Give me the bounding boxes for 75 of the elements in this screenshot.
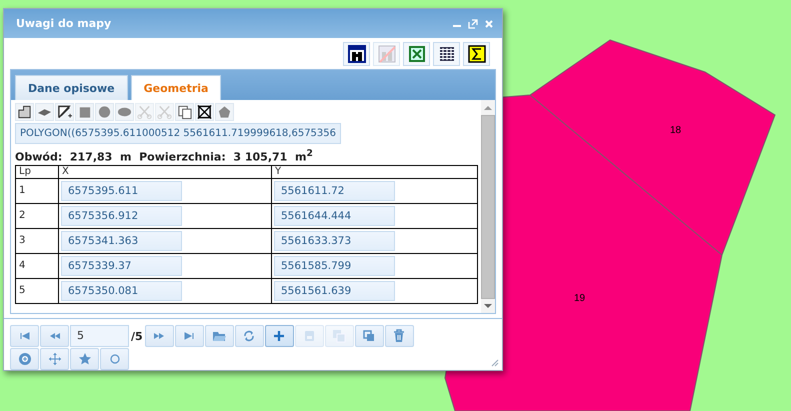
plus-icon bbox=[272, 329, 286, 343]
save-icon bbox=[302, 329, 316, 343]
column-header: Lp bbox=[16, 165, 58, 178]
toolbar-button[interactable] bbox=[343, 42, 370, 66]
coordinate-field[interactable]: 5561561.639 bbox=[274, 281, 395, 302]
table-icon bbox=[438, 45, 456, 63]
polygon-draw-icon bbox=[17, 104, 32, 120]
pentagon-icon bbox=[217, 104, 232, 120]
coordinate-field[interactable]: 5561644.444 bbox=[274, 206, 395, 226]
coordinate-field[interactable]: 6575395.611 bbox=[61, 181, 182, 202]
coordinate-field[interactable]: 6575341.363 bbox=[61, 231, 182, 252]
tab[interactable]: Geometria bbox=[130, 75, 222, 100]
restore-icon[interactable] bbox=[468, 18, 478, 28]
tool-button[interactable] bbox=[175, 103, 194, 121]
table-cell: 2 bbox=[16, 203, 58, 228]
refresh-icon bbox=[242, 329, 256, 343]
crossed-square-icon bbox=[197, 104, 212, 120]
tab[interactable]: Dane opisowe bbox=[15, 75, 128, 100]
coordinate-field[interactable]: 5561633.373 bbox=[274, 231, 395, 252]
tool-button[interactable] bbox=[15, 103, 34, 121]
parcel-label: 19 bbox=[574, 293, 586, 304]
coordinate-field[interactable]: 6575339.37 bbox=[61, 256, 182, 276]
column-header: Y bbox=[272, 165, 478, 178]
window-title: Uwagi do mapy bbox=[16, 17, 112, 30]
table-cell: 5 bbox=[16, 278, 58, 304]
copy-button[interactable] bbox=[354, 325, 384, 347]
star-button[interactable] bbox=[70, 348, 99, 370]
trash-icon bbox=[392, 329, 406, 343]
move-button[interactable] bbox=[40, 348, 69, 370]
previous-button[interactable] bbox=[40, 325, 69, 347]
copy-icon bbox=[177, 104, 192, 120]
next-button[interactable] bbox=[144, 325, 174, 347]
last-page-button[interactable] bbox=[174, 325, 204, 347]
wkt-field[interactable]: POLYGON((6575395.611000512 5561611.719999618,6575356 bbox=[15, 123, 342, 144]
scissors-icon bbox=[157, 104, 172, 120]
coordinate-field[interactable]: 5561611.72 bbox=[274, 181, 395, 202]
circle-outline-button[interactable] bbox=[100, 348, 129, 370]
table-cell: 3 bbox=[16, 228, 58, 254]
toolbar-button[interactable] bbox=[433, 42, 460, 66]
trash-button[interactable] bbox=[384, 325, 414, 347]
tool-button[interactable] bbox=[195, 103, 214, 121]
column-header: X bbox=[58, 165, 272, 178]
toolbar-button[interactable] bbox=[463, 42, 490, 66]
scissors-icon bbox=[137, 104, 152, 120]
coordinate-field[interactable]: 5561585.799 bbox=[274, 256, 395, 276]
circle-icon bbox=[97, 104, 112, 120]
circle-outline-icon bbox=[108, 352, 122, 366]
page-total: /5 bbox=[130, 330, 144, 342]
search-button[interactable] bbox=[10, 348, 39, 370]
scroll-up-icon[interactable] bbox=[484, 105, 492, 111]
parcel-label: 18 bbox=[670, 125, 682, 136]
measurement-summary: Obwód: 217,83 m Powierzchnia: 3 105,71 m$^{2}$ bbox=[15, 147, 314, 165]
refresh-button[interactable] bbox=[234, 325, 264, 347]
table-cell: 1 bbox=[16, 178, 58, 204]
scroll-down-icon[interactable] bbox=[484, 303, 492, 309]
close-icon[interactable] bbox=[484, 18, 494, 28]
page-field[interactable]: 5 bbox=[70, 325, 129, 347]
spreadsheet-icon bbox=[408, 45, 426, 63]
move-icon bbox=[48, 352, 62, 366]
copy-icon bbox=[332, 329, 346, 343]
table-cell: 4 bbox=[16, 253, 58, 278]
coordinate-field[interactable]: 6575350.081 bbox=[61, 281, 182, 302]
plus-button[interactable] bbox=[264, 325, 294, 347]
folder-icon bbox=[212, 329, 226, 343]
first-page-button[interactable] bbox=[10, 325, 39, 347]
search-icon bbox=[18, 352, 32, 366]
tool-button[interactable] bbox=[55, 103, 74, 121]
sigma-icon bbox=[468, 45, 486, 63]
edit-polygon-icon bbox=[57, 104, 72, 120]
star-icon bbox=[78, 352, 92, 366]
crossed-window-icon bbox=[378, 45, 396, 63]
resize-grip-icon[interactable] bbox=[491, 359, 499, 367]
copy-icon bbox=[362, 329, 376, 343]
coordinate-field[interactable]: 6575356.912 bbox=[61, 206, 182, 226]
folder-button[interactable] bbox=[204, 325, 234, 347]
